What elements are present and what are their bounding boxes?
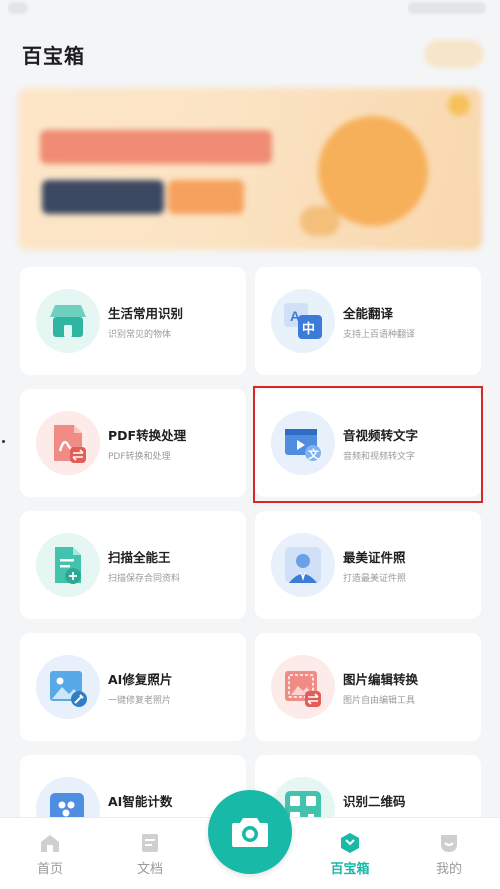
photo-repair-icon	[36, 655, 100, 719]
tool-card-id-photo[interactable]: 最美证件照 打造最美证件照	[255, 511, 481, 619]
page-title: 百宝箱	[22, 44, 85, 68]
tab-label: 百宝箱	[330, 862, 370, 877]
pdf-icon	[36, 411, 100, 475]
banner-info-pill	[42, 180, 164, 214]
tool-subtitle: 音频和视频转文字	[343, 452, 416, 462]
profile-icon	[441, 835, 457, 852]
banner-cta-button[interactable]	[168, 180, 244, 214]
tool-subtitle: 一键修复老照片	[108, 696, 172, 706]
status-indicator	[8, 2, 28, 14]
id-photo-icon	[271, 533, 335, 597]
tool-title: 音视频转文字	[343, 428, 419, 443]
svg-text:文: 文	[308, 447, 320, 461]
tab-label: 文档	[136, 862, 163, 877]
header-badge[interactable]	[424, 40, 484, 68]
tool-title: PDF转换处理	[108, 428, 187, 443]
tool-title: 扫描全能王	[108, 550, 171, 565]
tool-card-translate[interactable]: A 中 全能翻译 支持上百语种翻译	[255, 267, 481, 375]
video-text-icon: 文	[271, 411, 335, 475]
promo-banner[interactable]	[18, 88, 482, 250]
banner-decoration	[448, 94, 470, 116]
tool-card-image-edit[interactable]: 图片编辑转换 图片自由编辑工具	[255, 633, 481, 741]
tab-documents[interactable]: 文档	[115, 828, 185, 882]
store-icon	[36, 289, 100, 353]
scan-document-icon	[36, 533, 100, 597]
tool-title: 最美证件照	[343, 550, 406, 565]
tool-card-ai-photo-repair[interactable]: AI修复照片 一键修复老照片	[20, 633, 246, 741]
tab-profile[interactable]: 我的	[414, 828, 484, 882]
image-edit-icon	[271, 655, 335, 719]
camera-button[interactable]	[208, 790, 292, 874]
tool-card-pdf[interactable]: PDF转换处理 PDF转换和处理	[20, 389, 246, 497]
tool-title: 识别二维码	[343, 794, 406, 809]
tool-subtitle: 支持上百语种翻译	[343, 330, 416, 340]
tab-home[interactable]: 首页	[15, 828, 85, 882]
tool-card-scanner[interactable]: 扫描全能王 扫描保存合同资料	[20, 511, 246, 619]
status-icons	[408, 2, 486, 14]
tool-card-audio-video-to-text[interactable]: 文 音视频转文字 音频和视频转文字	[255, 389, 481, 497]
tool-subtitle: PDF转换和处理	[108, 452, 171, 462]
tab-label: 首页	[36, 862, 63, 877]
tool-subtitle: 识别常见的物体	[108, 330, 172, 340]
banner-illustration-detail	[300, 206, 340, 236]
camera-icon	[232, 818, 268, 847]
home-icon	[41, 835, 59, 852]
tool-subtitle: 图片自由编辑工具	[343, 696, 416, 706]
status-bar	[0, 0, 500, 22]
annotation-dot	[2, 440, 5, 443]
tool-title: 图片编辑转换	[343, 672, 419, 687]
document-icon	[142, 834, 158, 852]
tool-title: AI修复照片	[108, 672, 173, 687]
banner-headline-shape	[40, 130, 272, 164]
tool-title: 生活常用识别	[108, 306, 184, 321]
tool-card-life-recognition[interactable]: 生活常用识别 识别常见的物体	[20, 267, 246, 375]
tool-subtitle: 扫描保存合同资料	[108, 574, 181, 584]
tool-title: 全能翻译	[343, 306, 394, 321]
translate-icon: A 中	[271, 289, 335, 353]
svg-text:中: 中	[302, 321, 315, 337]
tool-title: AI智能计数	[108, 794, 173, 809]
toolbox-icon	[341, 833, 359, 853]
tab-toolbox[interactable]: 百宝箱	[315, 828, 385, 882]
tool-subtitle: 打造最美证件照	[343, 574, 407, 584]
tab-label: 我的	[435, 862, 462, 877]
